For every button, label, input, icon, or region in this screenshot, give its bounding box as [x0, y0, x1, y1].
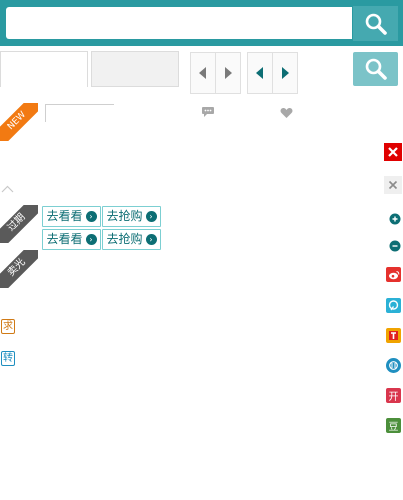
buy-now-label: 去抢购: [106, 232, 143, 246]
buy-now-button[interactable]: 去抢购 ›: [102, 206, 161, 227]
go-see-label: 去看看: [46, 232, 83, 246]
sold-out-ribbon: 卖光: [0, 250, 38, 288]
chevron-right-icon: [225, 67, 232, 79]
arrow-right-icon: ›: [145, 211, 157, 222]
next-button[interactable]: [272, 52, 298, 94]
prev-button[interactable]: [247, 52, 273, 94]
search-icon: [365, 58, 387, 80]
expired-ribbon-label: 过期: [0, 205, 38, 243]
sold-out-ribbon-label: 卖光: [0, 250, 38, 288]
go-see-button[interactable]: 去看看 ›: [42, 206, 101, 227]
arrow-right-icon: ›: [145, 234, 157, 245]
minus-icon[interactable]: [386, 237, 403, 255]
small-input[interactable]: [45, 104, 114, 122]
tab-inactive[interactable]: [91, 51, 179, 87]
heart-icon[interactable]: [280, 107, 293, 122]
chevron-left-icon: [199, 67, 206, 79]
go-see-button[interactable]: 去看看 ›: [42, 229, 101, 250]
expired-ribbon: 过期: [0, 205, 38, 243]
close-gray-icon[interactable]: [384, 176, 402, 194]
search-icon: [365, 13, 387, 35]
plus-icon[interactable]: [386, 210, 403, 228]
kaixin-icon[interactable]: 开: [386, 388, 401, 403]
tab-active[interactable]: [0, 51, 88, 87]
new-ribbon: NEW: [0, 103, 38, 141]
prev-button-gray[interactable]: [190, 52, 216, 94]
go-see-label: 去看看: [46, 209, 83, 223]
chevron-up-icon[interactable]: [1, 182, 14, 196]
close-icon[interactable]: [384, 143, 402, 161]
buy-now-button[interactable]: 去抢购 ›: [102, 229, 161, 250]
comment-icon[interactable]: [201, 106, 215, 121]
search-button-secondary[interactable]: [353, 52, 398, 86]
renren-icon[interactable]: [386, 358, 401, 373]
tencent-weibo-icon[interactable]: [386, 328, 401, 343]
next-button-gray[interactable]: [215, 52, 241, 94]
buy-now-label: 去抢购: [106, 209, 143, 223]
new-ribbon-label: NEW: [0, 103, 38, 141]
arrow-right-icon: ›: [85, 211, 97, 222]
douban-icon[interactable]: 豆: [386, 418, 401, 433]
qzone-icon[interactable]: [386, 298, 401, 313]
search-button[interactable]: [353, 6, 398, 41]
search-input[interactable]: [6, 7, 352, 39]
chevron-left-icon: [256, 67, 263, 79]
chevron-right-icon: [282, 67, 289, 79]
arrow-right-icon: ›: [85, 234, 97, 245]
repost-tag[interactable]: 转: [1, 351, 15, 366]
ask-tag[interactable]: 求: [1, 319, 15, 334]
weibo-icon[interactable]: [386, 267, 401, 282]
